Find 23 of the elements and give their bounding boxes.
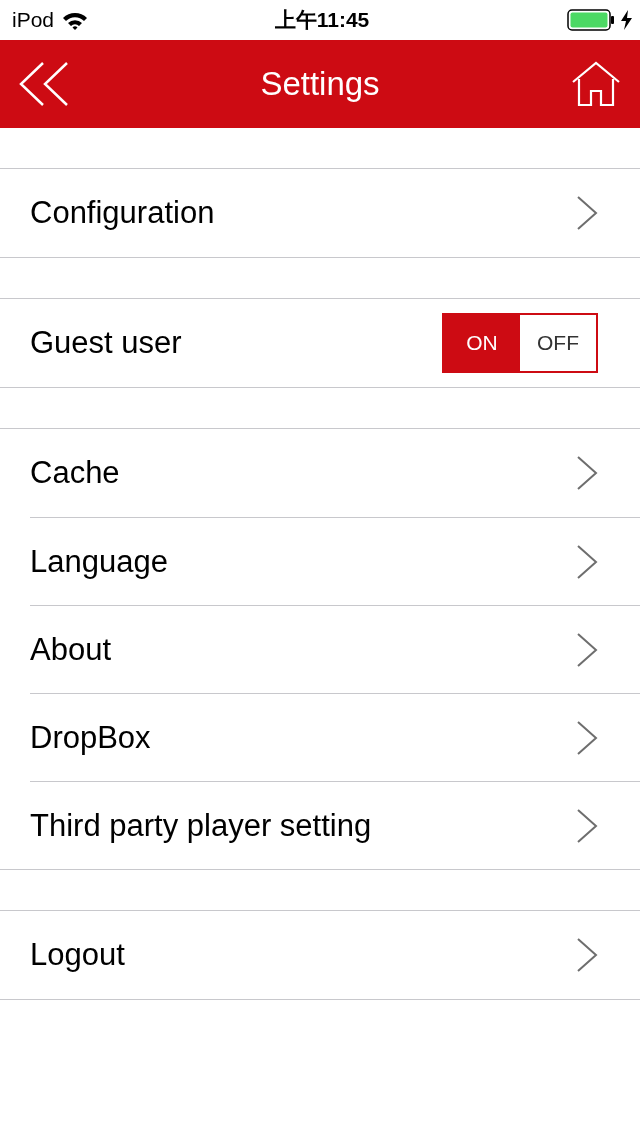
- chevron-right-icon: [576, 195, 598, 231]
- switch-segment[interactable]: ON: [444, 315, 520, 371]
- settings-row[interactable]: Logout: [30, 911, 640, 999]
- settings-row[interactable]: Configuration: [30, 169, 640, 257]
- carrier-label: iPod: [12, 8, 55, 32]
- settings-row[interactable]: Language: [30, 517, 640, 605]
- chevron-right-icon: [576, 807, 598, 844]
- settings-row[interactable]: Cache: [30, 429, 640, 517]
- page-title: Settings: [260, 65, 380, 103]
- home-icon: [571, 61, 621, 107]
- settings-row[interactable]: Third party player setting: [30, 781, 640, 869]
- chevron-right-icon: [576, 719, 598, 756]
- chevron-right-icon: [576, 455, 598, 491]
- chevron-right-icon: [576, 937, 598, 973]
- chevron-right-icon: [576, 631, 598, 668]
- row-label: Guest user: [30, 325, 182, 361]
- double-chevron-left-icon: [19, 61, 69, 107]
- battery-icon: [567, 9, 615, 31]
- settings-row[interactable]: About: [30, 605, 640, 693]
- clock-time: 上午11:45: [274, 7, 370, 33]
- settings-row[interactable]: DropBox: [30, 693, 640, 781]
- chevron-right-icon: [576, 543, 598, 580]
- wifi-icon: [62, 10, 89, 30]
